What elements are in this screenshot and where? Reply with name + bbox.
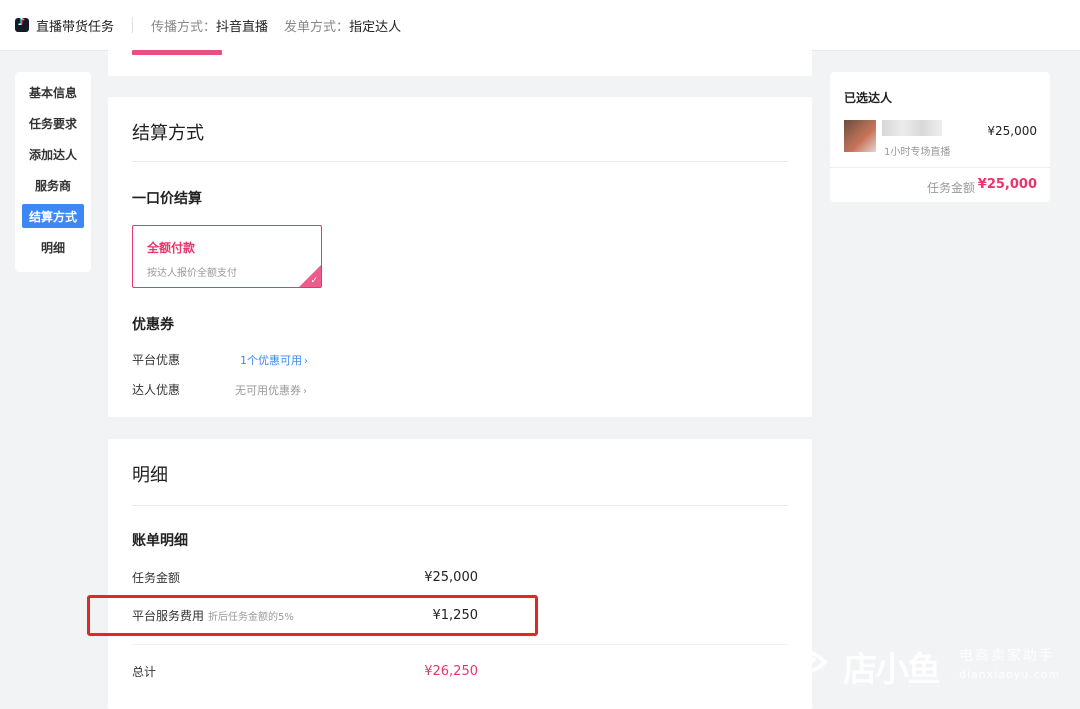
nav-item-settlement[interactable]: 结算方式 xyxy=(22,204,84,228)
watermark-slogan: 电商卖家助手 xyxy=(959,648,1055,664)
settlement-card: 结算方式 一口价结算 全额付款 按达人报价全额支付 ✓ 优惠券 平台优惠 1个优… xyxy=(108,97,812,417)
highlight-annotation xyxy=(87,595,538,636)
nav-item-service-provider[interactable]: 服务商 xyxy=(22,173,84,197)
order-label: 发单方式： xyxy=(284,19,350,35)
full-payment-title: 全额付款 xyxy=(147,241,196,255)
chevron-right-icon: › xyxy=(303,386,307,397)
app-title: 直播带货任务 xyxy=(36,19,115,35)
spread-value: 抖音直播 xyxy=(216,19,269,35)
selected-kol-title: 已选达人 xyxy=(844,91,893,105)
platform-coupon-value: 1个优惠可用 xyxy=(240,354,302,367)
fish-logo-icon xyxy=(774,644,835,680)
section-nav: 基本信息 任务要求 添加达人 服务商 结算方式 明细 xyxy=(15,72,91,272)
divider xyxy=(132,505,788,506)
nav-item-add-kol[interactable]: 添加达人 xyxy=(22,142,84,166)
fixed-price-title: 一口价结算 xyxy=(132,191,202,207)
watermark-brand: 店小鱼 xyxy=(843,650,941,690)
previous-section-button[interactable] xyxy=(132,50,222,55)
task-amount-label: 任务金额 xyxy=(132,571,181,585)
watermark: 店小鱼 电商卖家助手 dianxiaoyu.com xyxy=(774,640,1075,690)
platform-coupon-label: 平台优惠 xyxy=(132,353,181,367)
kol-coupon-label: 达人优惠 xyxy=(132,383,181,397)
order-value: 指定达人 xyxy=(349,19,402,35)
kol-coupon-value: 无可用优惠券 xyxy=(235,384,301,397)
spread-label: 传播方式： xyxy=(151,19,217,35)
fish-logo-svg xyxy=(774,648,828,676)
divider xyxy=(830,167,1050,168)
nav-item-basic-info[interactable]: 基本信息 xyxy=(22,80,84,104)
divider xyxy=(132,161,788,162)
task-total-value: ¥25,000 xyxy=(977,177,1037,192)
task-amount-value: ¥25,000 xyxy=(424,570,478,585)
total-label: 总计 xyxy=(132,665,157,679)
kol-subtitle: 1小时专场直播 xyxy=(884,147,951,158)
coupon-title: 优惠券 xyxy=(132,317,174,333)
platform-coupon-link[interactable]: 1个优惠可用 › xyxy=(240,352,308,368)
douyin-logo-icon xyxy=(15,17,29,32)
detail-card: 明细 账单明细 任务金额 ¥25,000 平台服务费用 折后任务金额的5% ¥1,… xyxy=(108,439,812,709)
chevron-right-icon: › xyxy=(304,356,308,367)
selected-kol-panel: 已选达人 1小时专场直播 ¥25,000 任务金额 ¥25,000 xyxy=(830,72,1050,202)
kol-price: ¥25,000 xyxy=(987,124,1037,138)
kol-coupon-link[interactable]: 无可用优惠券 › xyxy=(235,382,307,398)
watermark-domain: dianxiaoyu.com xyxy=(959,668,1061,681)
check-icon: ✓ xyxy=(310,276,318,286)
avatar xyxy=(844,120,876,152)
bill-detail-title: 账单明细 xyxy=(132,533,188,549)
full-payment-desc: 按达人报价全额支付 xyxy=(147,268,237,279)
full-payment-option[interactable]: 全额付款 按达人报价全额支付 ✓ xyxy=(132,225,322,288)
previous-section-card xyxy=(108,36,812,76)
settlement-title: 结算方式 xyxy=(132,123,204,144)
divider xyxy=(132,644,788,645)
detail-title: 明细 xyxy=(132,465,168,486)
nav-item-task-requirements[interactable]: 任务要求 xyxy=(22,111,84,135)
total-value: ¥26,250 xyxy=(424,664,478,679)
header-divider xyxy=(132,17,134,33)
kol-name-blurred xyxy=(882,120,942,136)
task-total-label: 任务金额 xyxy=(927,181,976,195)
nav-item-detail[interactable]: 明细 xyxy=(22,235,84,259)
